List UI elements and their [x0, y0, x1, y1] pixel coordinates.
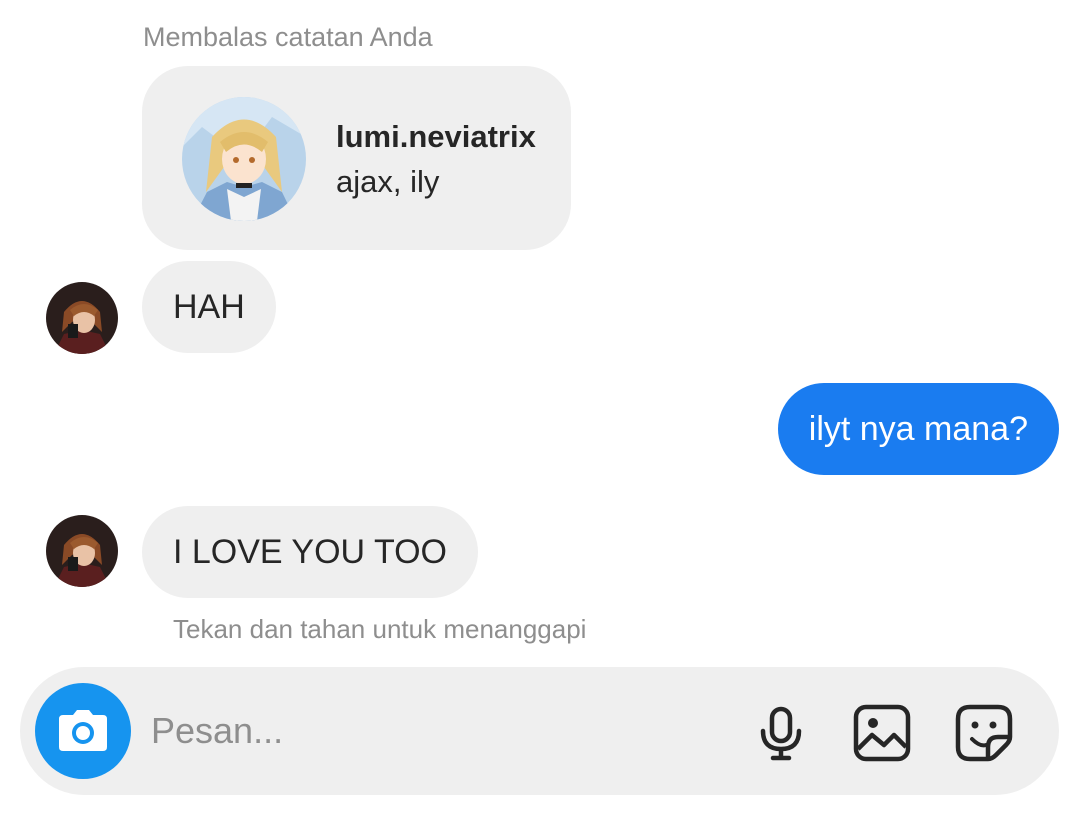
camera-icon — [59, 710, 107, 751]
note-username: lumi.neviatrix — [336, 119, 536, 154]
note-author-avatar — [182, 97, 306, 221]
gallery-icon — [853, 704, 911, 762]
camera-button[interactable] — [35, 683, 131, 779]
message-bubble-incoming[interactable]: I LOVE YOU TOO — [142, 506, 478, 598]
note-card[interactable]: lumi.neviatrix ajax, ily — [142, 66, 571, 250]
message-composer — [20, 667, 1059, 795]
message-bubble-outgoing[interactable]: ilyt nya mana? — [777, 383, 1059, 475]
sticker-button[interactable] — [954, 703, 1014, 763]
sender-avatar[interactable] — [46, 515, 118, 587]
reaction-hint: Tekan dan tahan untuk menanggapi — [173, 614, 587, 644]
message-bubble-incoming[interactable]: HAH — [142, 261, 276, 353]
sender-avatar[interactable] — [46, 282, 118, 354]
note-text: ajax, ily — [336, 164, 440, 199]
microphone-icon — [760, 706, 802, 761]
sticker-icon — [955, 704, 1013, 762]
gallery-button[interactable] — [852, 703, 912, 763]
message-input[interactable] — [151, 705, 731, 757]
microphone-button[interactable] — [751, 703, 811, 763]
reply-caption: Membalas catatan Anda — [143, 22, 433, 52]
